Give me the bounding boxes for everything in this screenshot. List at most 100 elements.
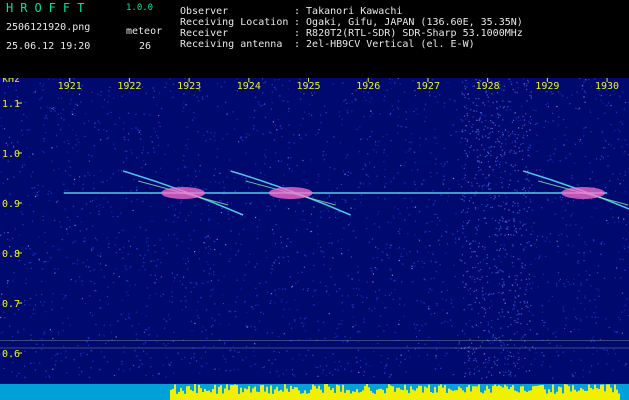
noise-dot (580, 282, 582, 284)
noise-dot (515, 152, 517, 154)
station-label-antenna: Receiving antenna (180, 39, 283, 50)
noise-dot (496, 108, 498, 110)
noise-dot (254, 266, 256, 268)
noise-dot (591, 316, 593, 318)
noise-dot (502, 278, 504, 280)
noise-dot (561, 233, 563, 235)
noise-dot (171, 301, 173, 303)
noise-dot (129, 267, 131, 269)
noise-dot (356, 128, 358, 131)
noise-dot (581, 88, 583, 90)
noise-dot (535, 109, 537, 112)
noise-dot (560, 199, 563, 201)
noise-dot (304, 330, 307, 332)
noise-dot (446, 289, 449, 291)
noise-dot (495, 157, 497, 159)
noise-dot (191, 330, 193, 332)
activity-column (574, 389, 576, 400)
noise-dot (201, 365, 203, 367)
noise-dot (360, 201, 362, 204)
noise-dot (504, 357, 507, 359)
noise-dot (229, 350, 231, 352)
noise-dot (12, 361, 14, 364)
noise-dot (288, 124, 290, 126)
noise-dot (469, 371, 471, 373)
noise-dot (213, 135, 215, 137)
noise-dot (525, 370, 527, 372)
noise-dot (495, 220, 497, 222)
noise-dot (593, 240, 595, 242)
noise-dot (442, 309, 444, 311)
noise-dot (290, 156, 292, 159)
noise-dot (377, 145, 379, 147)
noise-dot (165, 219, 167, 221)
activity-column (372, 392, 374, 400)
noise-dot (262, 92, 264, 94)
noise-dot (423, 302, 425, 304)
noise-dot (464, 236, 466, 238)
noise-dot (463, 309, 465, 311)
noise-dot (556, 345, 558, 347)
noise-dot (434, 163, 437, 165)
noise-dot (250, 202, 253, 204)
activity-column (318, 385, 320, 400)
noise-dot (245, 136, 247, 138)
noise-dot (450, 302, 452, 304)
noise-dot (484, 104, 486, 106)
noise-dot (278, 351, 280, 353)
noise-dot (600, 243, 602, 245)
noise-dot (617, 217, 619, 219)
noise-dot (220, 200, 222, 202)
noise-dot (593, 340, 595, 342)
noise-dot (126, 150, 128, 152)
noise-dot (92, 225, 94, 227)
noise-dot (225, 361, 227, 363)
noise-dot (575, 224, 577, 226)
noise-dot (230, 311, 232, 313)
noise-dot (398, 259, 400, 262)
noise-dot (464, 375, 466, 378)
noise-dot (328, 179, 330, 181)
noise-dot (11, 371, 13, 373)
noise-dot (311, 114, 313, 116)
noise-dot (88, 266, 90, 268)
noise-dot (323, 159, 325, 161)
noise-dot (102, 206, 104, 208)
noise-dot (573, 350, 575, 352)
noise-dot (457, 230, 459, 232)
noise-dot (423, 262, 425, 264)
noise-dot (462, 195, 464, 197)
noise-dot (424, 231, 426, 233)
noise-dot (478, 246, 480, 248)
noise-dot (55, 353, 58, 355)
noise-dot (180, 201, 182, 203)
noise-dot (424, 323, 426, 326)
noise-dot (528, 180, 530, 182)
noise-dot (399, 303, 401, 305)
noise-dot (507, 106, 509, 108)
noise-dot (163, 343, 165, 345)
noise-dot (75, 144, 77, 146)
activity-column (192, 391, 194, 400)
activity-column (456, 390, 458, 400)
noise-dot (383, 149, 385, 151)
noise-dot (526, 100, 528, 102)
noise-dot (494, 195, 496, 197)
noise-dot (343, 227, 345, 229)
noise-dot (415, 95, 417, 97)
noise-dot (500, 227, 502, 229)
noise-dot (63, 183, 65, 185)
noise-dot (322, 154, 324, 156)
noise-dot (434, 128, 436, 130)
noise-dot (480, 269, 482, 271)
noise-dot (487, 185, 489, 187)
noise-dot (557, 124, 559, 126)
noise-dot (309, 222, 311, 224)
noise-dot (614, 277, 616, 279)
noise-dot (56, 145, 58, 148)
noise-dot (491, 293, 493, 295)
noise-dot (55, 360, 57, 362)
noise-dot (136, 338, 138, 340)
noise-dot (461, 91, 463, 93)
noise-dot (468, 368, 470, 370)
